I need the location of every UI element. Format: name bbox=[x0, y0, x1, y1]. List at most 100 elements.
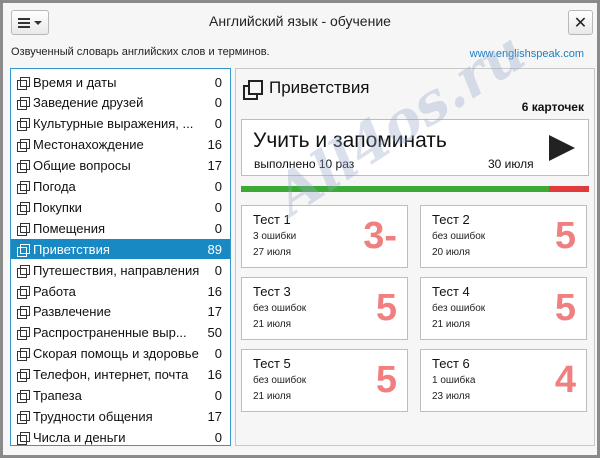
list-item[interactable]: Работа 16 bbox=[11, 281, 230, 301]
list-item-label: Скорая помощь и здоровье bbox=[33, 346, 199, 362]
test-grade: 4 bbox=[554, 359, 576, 401]
cards-icon bbox=[17, 390, 30, 403]
list-item-count: 0 bbox=[214, 429, 222, 445]
list-item-label: Культурные выражения, ... bbox=[33, 116, 194, 132]
test-date: 20 июля bbox=[432, 247, 471, 258]
test-card[interactable]: Тест 2 без ошибок 20 июля 5 bbox=[420, 205, 587, 268]
test-name: Тест 6 bbox=[432, 356, 470, 371]
list-item-label: Трапеза bbox=[33, 388, 82, 403]
cards-icon bbox=[17, 410, 30, 424]
list-item[interactable]: Развлечение 17 bbox=[11, 302, 230, 322]
list-item-count: 50 bbox=[207, 325, 222, 341]
list-item-label: Покупки bbox=[33, 199, 82, 215]
test-grade: 5 bbox=[375, 359, 397, 401]
test-errors: без ошибок bbox=[253, 303, 307, 314]
test-date: 21 июля bbox=[253, 319, 292, 330]
list-item-label: Приветствия bbox=[33, 241, 110, 257]
title-bar: Английский язык - обучение ✕ bbox=[3, 3, 597, 39]
test-card[interactable]: Тест 4 без ошибок 21 июля 5 bbox=[420, 277, 587, 340]
list-item[interactable]: Трапеза 0 bbox=[11, 386, 230, 406]
test-name: Тест 4 bbox=[432, 284, 470, 299]
list-item-label: Телефон, интернет, почта bbox=[33, 367, 189, 383]
list-item[interactable]: Числа и деньги 0 bbox=[11, 427, 230, 445]
cards-icon bbox=[17, 222, 30, 236]
list-item[interactable]: Помещения 0 bbox=[11, 218, 230, 238]
cards-icon bbox=[17, 348, 30, 362]
test-name: Тест 2 bbox=[432, 212, 470, 227]
test-errors: 1 ошибка bbox=[432, 375, 476, 386]
cards-icon bbox=[17, 285, 30, 299]
learn-done-count: выполнено 10 раз bbox=[254, 157, 355, 171]
cards-icon bbox=[17, 243, 30, 257]
list-item[interactable]: Трудности общения 17 bbox=[11, 406, 230, 426]
test-date: 27 июля bbox=[253, 247, 292, 258]
progress-fill bbox=[241, 186, 549, 192]
cards-icon bbox=[17, 139, 30, 153]
list-item-label: Общие вопросы bbox=[33, 158, 131, 174]
list-item[interactable]: Культурные выражения, ... 0 bbox=[11, 114, 230, 134]
list-item[interactable]: Скорая помощь и здоровье 0 bbox=[11, 344, 230, 364]
cards-icon bbox=[17, 369, 30, 383]
test-card[interactable]: Тест 5 без ошибок 21 июля 5 bbox=[241, 349, 408, 412]
list-item-label: Помещения bbox=[33, 220, 106, 236]
list-item[interactable]: Заведение друзей 0 bbox=[11, 93, 230, 113]
list-item-count: 0 bbox=[214, 388, 222, 403]
cards-icon bbox=[243, 80, 263, 100]
list-item[interactable]: Местонахождение 16 bbox=[11, 135, 230, 155]
list-item[interactable]: Общие вопросы 17 bbox=[11, 156, 230, 176]
list-item-label: Погода bbox=[33, 179, 76, 194]
test-errors: без ошибок bbox=[432, 231, 486, 242]
test-card[interactable]: Тест 6 1 ошибка 23 июля 4 bbox=[420, 349, 587, 412]
list-item-count: 89 bbox=[207, 241, 222, 257]
test-date: 23 июля bbox=[432, 391, 471, 402]
test-date: 21 июля bbox=[432, 319, 471, 330]
play-icon bbox=[549, 135, 575, 161]
topic-detail: Приветствия 6 карточек Учить и запоминат… bbox=[235, 68, 595, 446]
cards-icon bbox=[17, 201, 30, 215]
list-item[interactable]: Распространенные выр... 50 bbox=[11, 323, 230, 343]
list-item-label: Развлечение bbox=[33, 304, 111, 320]
cards-icon bbox=[17, 181, 30, 194]
list-item-count: 17 bbox=[207, 408, 222, 424]
test-errors: без ошибок bbox=[432, 303, 486, 314]
cards-icon bbox=[17, 76, 30, 90]
test-grade: 3- bbox=[363, 215, 397, 257]
list-item-count: 0 bbox=[214, 95, 222, 111]
list-item-label: Трудности общения bbox=[33, 408, 153, 424]
app-window: Английский язык - обучение ✕ Озвученный … bbox=[0, 0, 600, 458]
list-item[interactable]: Покупки 0 bbox=[11, 197, 230, 217]
topic-list[interactable]: Время и даты 0 Заведение друзей 0 Культурные… bbox=[10, 68, 231, 446]
close-button[interactable]: ✕ bbox=[568, 10, 593, 35]
cards-icon bbox=[17, 97, 30, 111]
progress-bar bbox=[241, 186, 589, 192]
site-link[interactable]: www.englishspeak.com bbox=[470, 48, 584, 60]
test-errors: без ошибок bbox=[253, 375, 307, 386]
list-item-label: Время и даты bbox=[33, 74, 117, 90]
card-count: 6 карточек bbox=[521, 100, 584, 114]
cards-icon bbox=[17, 118, 30, 132]
test-grade: 5 bbox=[554, 215, 576, 257]
list-item[interactable]: Погода 0 bbox=[11, 177, 230, 197]
list-item-count: 0 bbox=[214, 220, 222, 236]
list-item[interactable]: Время и даты 0 bbox=[11, 72, 230, 92]
list-item-count: 0 bbox=[214, 116, 222, 132]
list-item-count: 0 bbox=[214, 346, 222, 362]
list-item-label: Распространенные выр... bbox=[33, 325, 187, 341]
test-grade: 5 bbox=[375, 287, 397, 329]
cards-icon bbox=[17, 306, 30, 320]
test-card[interactable]: Тест 1 3 ошибки 27 июля 3- bbox=[241, 205, 408, 268]
test-name: Тест 3 bbox=[253, 284, 291, 299]
list-item[interactable]: Путешествия, направления 0 bbox=[11, 260, 230, 280]
list-item-count: 0 bbox=[214, 179, 222, 194]
list-item-label: Местонахождение bbox=[33, 137, 144, 153]
close-icon: ✕ bbox=[573, 14, 588, 32]
test-errors: 3 ошибки bbox=[253, 231, 297, 242]
test-card[interactable]: Тест 3 без ошибок 21 июля 5 bbox=[241, 277, 408, 340]
cards-icon bbox=[17, 160, 30, 174]
list-item-count: 0 bbox=[214, 262, 222, 278]
learn-button[interactable]: Учить и запоминать выполнено 10 раз 30 и… bbox=[241, 119, 589, 176]
list-item-count: 16 bbox=[207, 283, 222, 299]
list-item[interactable]: Телефон, интернет, почта 16 bbox=[11, 365, 230, 385]
list-item-count: 17 bbox=[207, 304, 222, 320]
list-item[interactable]: Приветствия 89 bbox=[11, 239, 230, 260]
